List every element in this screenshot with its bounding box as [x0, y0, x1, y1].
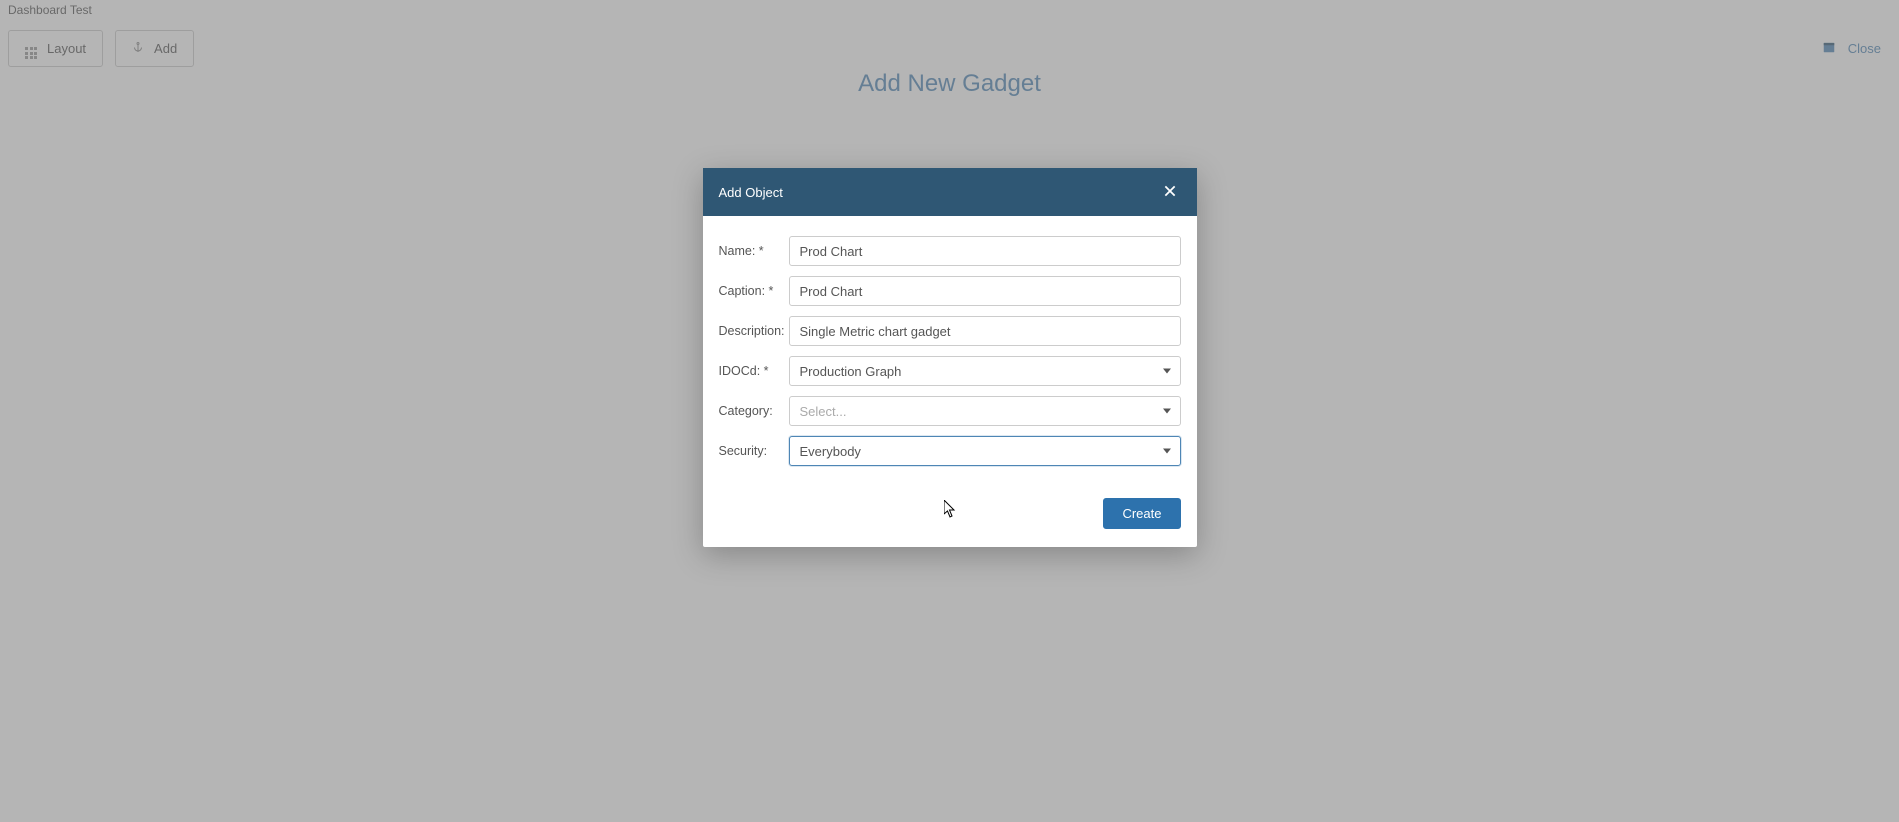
close-icon[interactable] — [1159, 181, 1181, 203]
idocd-value: Production Graph — [800, 364, 902, 379]
modal-header: Add Object — [703, 168, 1197, 216]
modal-title: Add Object — [719, 185, 783, 200]
chevron-down-icon — [1163, 449, 1171, 454]
security-select[interactable]: Everybody — [789, 436, 1181, 466]
modal-footer: Create — [703, 494, 1197, 547]
description-label: Description: — [719, 324, 789, 338]
add-object-modal: Add Object Name: * Caption: * Descriptio… — [703, 168, 1197, 547]
name-label: Name: * — [719, 244, 789, 258]
chevron-down-icon — [1163, 409, 1171, 414]
category-label: Category: — [719, 404, 789, 418]
security-value: Everybody — [800, 444, 861, 459]
create-button[interactable]: Create — [1103, 498, 1180, 529]
category-placeholder: Select... — [800, 404, 847, 419]
caption-label: Caption: * — [719, 284, 789, 298]
idocd-label: IDOCd: * — [719, 364, 789, 378]
description-field[interactable] — [789, 316, 1181, 346]
idocd-select[interactable]: Production Graph — [789, 356, 1181, 386]
caption-field[interactable] — [789, 276, 1181, 306]
category-select[interactable]: Select... — [789, 396, 1181, 426]
security-label: Security: — [719, 444, 789, 458]
chevron-down-icon — [1163, 369, 1171, 374]
modal-body: Name: * Caption: * Description: IDOCd: *… — [703, 216, 1197, 494]
name-field[interactable] — [789, 236, 1181, 266]
